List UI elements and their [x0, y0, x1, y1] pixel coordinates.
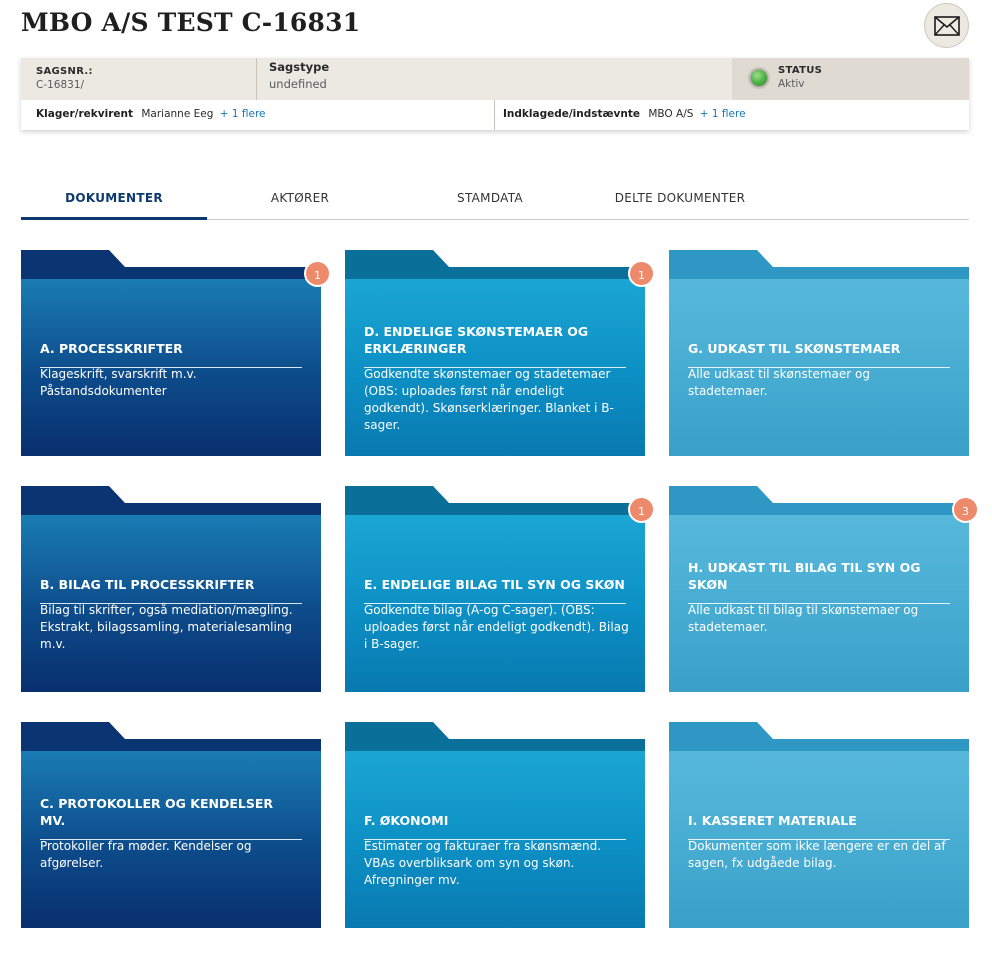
count-badge: 1 [628, 496, 655, 523]
folder-title: E. ENDELIGE BILAG TIL SYN OG SKØN [364, 576, 626, 604]
folder-title: H. UDKAST TIL BILAG TIL SYN OG SKØN [688, 559, 950, 604]
folder-title: C. PROTOKOLLER OG KENDELSER MV. [40, 795, 302, 840]
status-label: STATUS [778, 65, 823, 76]
folder-description: Alle udkast til skønstemaer og stadetema… [688, 367, 870, 398]
case-summary-bar: SAGSNR.: C-16831/ Sagstype undefined STA… [21, 58, 969, 100]
folder-tab-shape [669, 722, 969, 752]
tab-aktoerer[interactable]: AKTØRER [207, 186, 393, 219]
folder-tab-shape [345, 486, 645, 516]
folder-endelige-bilag[interactable]: E. ENDELIGE BILAG TIL SYN OG SKØN Godken… [345, 486, 655, 692]
folder-description: Dokumenter som ikke længere er en del af… [688, 839, 946, 870]
case-number-label: SAGSNR.: [36, 66, 93, 77]
count-badge: 1 [628, 260, 655, 287]
tab-stamdata[interactable]: STAMDATA [397, 186, 583, 219]
folder-description: Godkendte skønstemaer og stadetemaer (OB… [364, 367, 614, 432]
folder-tab-shape [345, 250, 645, 280]
respondent-cell: Indklagede/indstævnte MBO A/S + 1 flere [495, 100, 969, 130]
folder-tab-shape [669, 486, 969, 516]
folder-title: G. UDKAST TIL SKØNSTEMAER [688, 340, 950, 368]
case-parties-bar: Klager/rekvirent Marianne Eeg + 1 flere … [21, 100, 969, 130]
complainant-cell: Klager/rekvirent Marianne Eeg + 1 flere [21, 100, 495, 130]
folder-title: A. PROCESSKRIFTER [40, 340, 302, 368]
case-type-cell: Sagstype undefined [257, 58, 732, 100]
page-title: MBO A/S TEST C-16831 [21, 8, 361, 37]
folder-description: Bilag til skrifter, også mediation/mægli… [40, 603, 293, 651]
respondent-name: MBO A/S [648, 108, 694, 120]
folder-description: Protokoller fra møder. Kendelser og afgø… [40, 839, 252, 870]
folder-endelige-skoenstemaer[interactable]: D. ENDELIGE SKØNSTEMAER OG ERKLÆRINGER G… [345, 250, 655, 456]
complainant-name: Marianne Eeg [141, 108, 214, 120]
folder-oekonomi[interactable]: F. ØKONOMI Estimater og fakturaer fra sk… [345, 722, 645, 928]
folder-description: Estimater og fakturaer fra skønsmænd. VB… [364, 839, 602, 887]
folder-bilag-processkrifter[interactable]: B. BILAG TIL PROCESSKRIFTER Bilag til sk… [21, 486, 321, 692]
folder-description: Alle udkast til bilag til skønstemaer og… [688, 603, 919, 634]
case-type-label: Sagstype [269, 60, 330, 74]
tab-bar: DOKUMENTER AKTØRER STAMDATA DELTE DOKUME… [21, 186, 969, 220]
tab-delte-dokumenter[interactable]: DELTE DOKUMENTER [587, 186, 773, 219]
folder-protokoller[interactable]: C. PROTOKOLLER OG KENDELSER MV. Protokol… [21, 722, 321, 928]
folder-tab-shape [21, 722, 321, 752]
complainant-more-link[interactable]: + 1 flere [220, 108, 266, 120]
folder-title: I. KASSERET MATERIALE [688, 812, 950, 840]
status-value: Aktiv [778, 78, 805, 90]
case-number-cell: SAGSNR.: C-16831/ [21, 58, 257, 100]
folder-tab-shape [345, 722, 645, 752]
respondent-more-link[interactable]: + 1 flere [700, 108, 746, 120]
count-badge: 3 [952, 496, 979, 523]
folder-kasseret-materiale[interactable]: I. KASSERET MATERIALE Dokumenter som ikk… [669, 722, 969, 928]
respondent-label: Indklagede/indstævnte [503, 108, 640, 120]
case-type-value: undefined [269, 77, 327, 91]
folder-description: Klageskrift, svarskrift m.v. Påstandsdok… [40, 367, 197, 398]
status-cell: STATUS Aktiv [732, 58, 969, 100]
folder-processkrifter[interactable]: A. PROCESSKRIFTER Klageskrift, svarskrif… [21, 250, 331, 456]
folder-title: B. BILAG TIL PROCESSKRIFTER [40, 576, 302, 604]
envelope-icon [933, 15, 960, 36]
folder-udkast-bilag[interactable]: H. UDKAST TIL BILAG TIL SYN OG SKØN Alle… [669, 486, 979, 692]
folder-title: F. ØKONOMI [364, 812, 626, 840]
folder-description: Godkendte bilag (A-og C-sager). (OBS: up… [364, 603, 629, 651]
complainant-label: Klager/rekvirent [36, 108, 133, 120]
folder-udkast-skoenstemaer[interactable]: G. UDKAST TIL SKØNSTEMAER Alle udkast ti… [669, 250, 969, 456]
case-number-value: C-16831/ [36, 79, 85, 91]
case-info-panel: SAGSNR.: C-16831/ Sagstype undefined STA… [21, 58, 969, 130]
count-badge: 1 [304, 260, 331, 287]
folder-tab-shape [669, 250, 969, 280]
folder-title: D. ENDELIGE SKØNSTEMAER OG ERKLÆRINGER [364, 323, 626, 368]
folder-tab-shape [21, 486, 321, 516]
tab-dokumenter[interactable]: DOKUMENTER [21, 186, 207, 220]
mail-button[interactable] [924, 3, 969, 48]
folder-tab-shape [21, 250, 321, 280]
status-indicator-icon [748, 67, 770, 89]
